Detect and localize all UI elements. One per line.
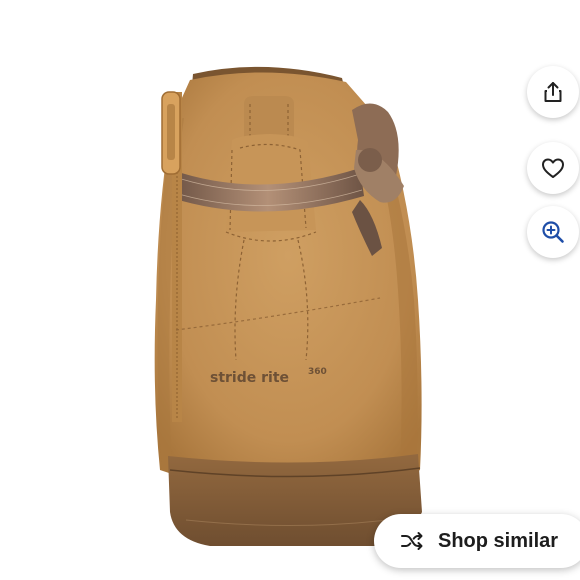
shop-similar-label: Shop similar [438, 529, 559, 552]
product-image: stride rite 360 [0, 0, 580, 580]
like-button[interactable] [527, 142, 579, 194]
brand-logo-suffix: 360 [308, 367, 327, 377]
zoom-in-icon [542, 221, 564, 243]
pull-tab [244, 96, 294, 140]
boot-illustration: stride rite 360 [154, 66, 422, 546]
shuffle-icon [401, 532, 423, 550]
shop-similar-button[interactable]: Shop similar [374, 514, 580, 568]
heart-icon [542, 158, 564, 178]
share-icon [544, 82, 562, 102]
share-button[interactable] [527, 66, 579, 118]
zoom-button[interactable] [527, 206, 579, 258]
brand-logo-text: stride rite [210, 370, 289, 386]
